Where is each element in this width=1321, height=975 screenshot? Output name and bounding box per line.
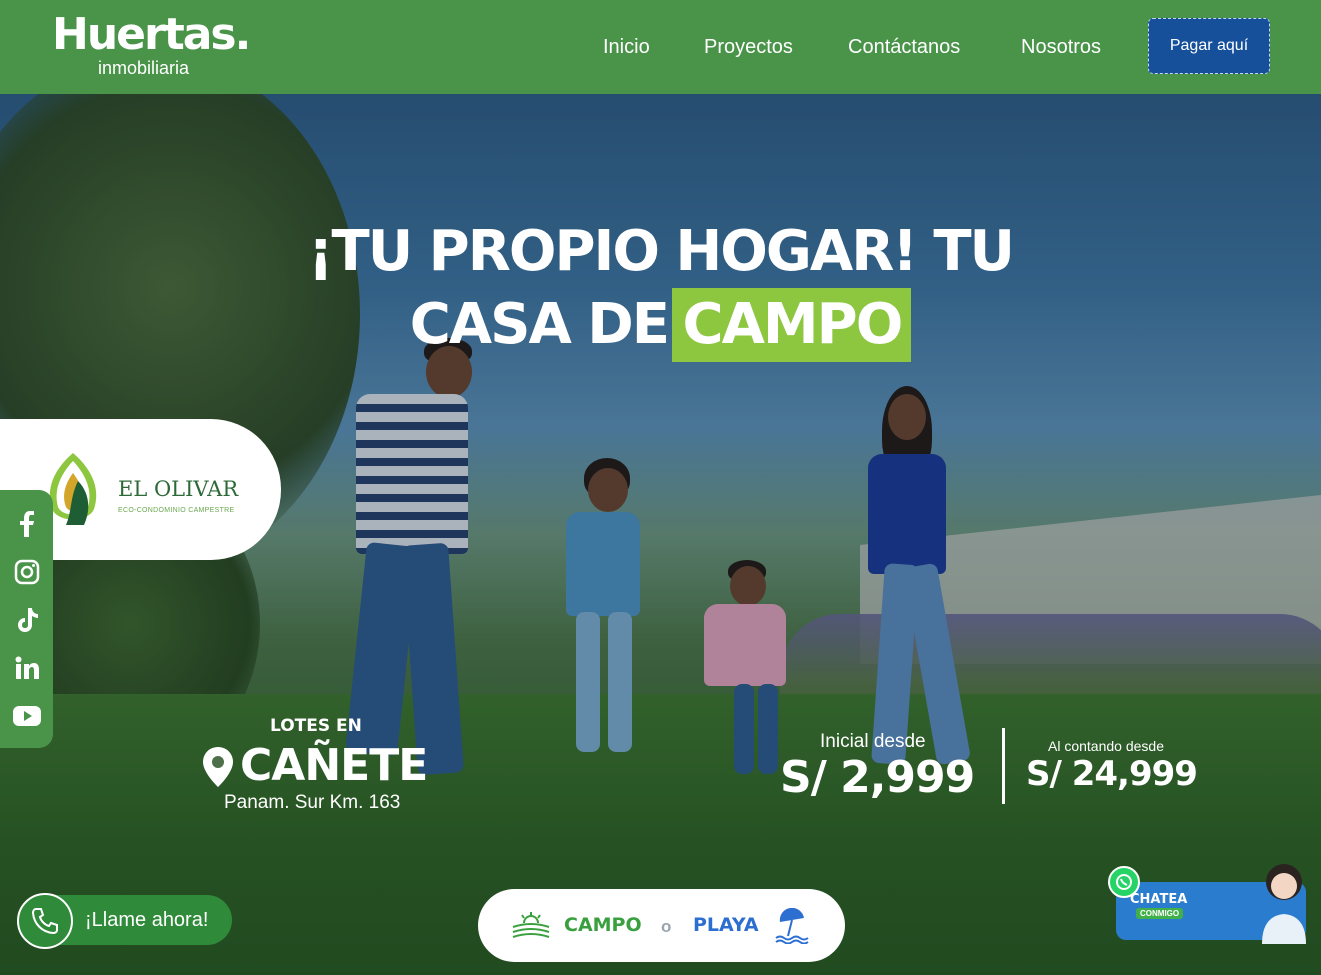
project-name: EL OLIVAR (118, 477, 239, 501)
location-address: Panam. Sur Km. 163 (224, 792, 401, 813)
instagram-icon[interactable] (13, 558, 41, 586)
headline-highlight: CAMPO (672, 288, 912, 362)
call-now-label: ¡Llame ahora! (85, 909, 209, 931)
brand-logo[interactable]: Huertas. inmobiliaria (52, 9, 251, 79)
logo-wordmark: Huertas. (52, 9, 251, 60)
field-icon (512, 912, 550, 938)
youtube-icon[interactable] (13, 702, 41, 730)
facebook-icon[interactable] (13, 510, 41, 538)
campo-playa-switch: CAMPO o PLAYA (478, 889, 845, 962)
chat-subtitle: CONMIGO (1136, 908, 1184, 919)
tiktok-icon[interactable] (13, 606, 41, 634)
chat-title: CHATEA (1130, 892, 1188, 907)
hero-headline-line2: CASA DE CAMPO (0, 288, 1321, 362)
pay-button[interactable]: Pagar aquí (1148, 18, 1270, 74)
playa-option[interactable]: PLAYA (693, 914, 759, 936)
campo-option[interactable]: CAMPO (564, 914, 642, 936)
lotes-label: LOTES EN (270, 716, 362, 736)
beach-umbrella-icon (775, 908, 809, 944)
nav-proyectos[interactable]: Proyectos (704, 36, 793, 59)
contado-price: S/ 24,999 (1026, 754, 1198, 794)
chat-widget[interactable]: CHATEA CONMIGO (1108, 860, 1308, 944)
hero-headline-line1: ¡TU PROPIO HOGAR! TU (307, 219, 1015, 284)
location-city: CAÑETE (240, 740, 428, 791)
contado-label: Al contando desde (1048, 738, 1164, 754)
site-header: Huertas. inmobiliaria Inicio Proyectos C… (0, 0, 1321, 94)
location-pin-icon (203, 747, 233, 787)
chat-agent-avatar-icon (1262, 864, 1306, 944)
project-subtitle: ECO-CONDOMINIO CAMPESTRE (118, 507, 235, 514)
headline-prefix: CASA DE (409, 292, 670, 357)
logo-subtitle: inmobiliaria (98, 58, 190, 78)
phone-icon (17, 893, 73, 949)
nav-inicio[interactable]: Inicio (603, 36, 650, 59)
linkedin-icon[interactable] (13, 654, 41, 682)
pill-separator: o (661, 917, 672, 936)
price-divider (1002, 728, 1005, 804)
social-bar (0, 490, 53, 748)
nav-nosotros[interactable]: Nosotros (1021, 36, 1101, 59)
call-now-button[interactable]: ¡Llame ahora! (17, 893, 232, 949)
inicial-label: Inicial desde (820, 731, 926, 752)
nav-contactanos[interactable]: Contáctanos (848, 36, 960, 59)
inicial-price: S/ 2,999 (780, 752, 975, 803)
